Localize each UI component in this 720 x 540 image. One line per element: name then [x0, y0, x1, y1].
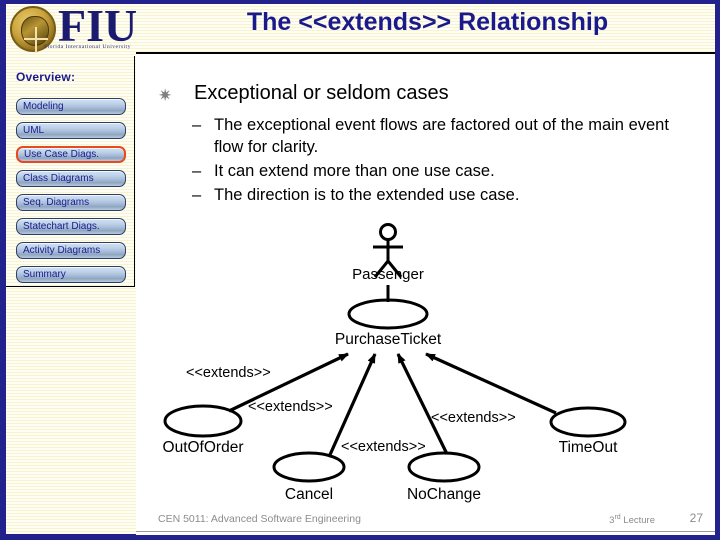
sidebar-item-seq-diagrams[interactable]: Seq. Diagrams — [16, 194, 126, 211]
dash-bullet-icon: – — [192, 162, 202, 180]
slide-footer: CEN 5011: Advanced Software Engineering … — [136, 509, 715, 535]
sidebar-heading: Overview: — [16, 70, 76, 84]
right-accent-strip — [715, 0, 720, 540]
sidebar-right-divider — [134, 56, 135, 287]
usecase-nochange: NoChange — [407, 451, 481, 503]
actor-passenger: Passenger — [352, 223, 424, 283]
footer-lecture: 3rd Lecture — [609, 514, 655, 526]
actor-label: Passenger — [352, 266, 424, 283]
sub-bullet-item: – It can extend more than one use case. — [192, 160, 692, 182]
sidebar-item-use-case-diags[interactable]: Use Case Diags. — [16, 146, 126, 163]
usecase-timeout-label: TimeOut — [559, 439, 619, 456]
usecase-nochange-label: NoChange — [407, 486, 481, 503]
sidebar-bottom-divider — [6, 286, 135, 287]
sub-bullet-list: – The exceptional event flows are factor… — [192, 114, 692, 208]
dash-bullet-icon: – — [192, 116, 202, 134]
sub-bullet-item: – The direction is to the extended use c… — [192, 184, 692, 206]
extends-arrow-timeout — [425, 352, 557, 415]
sidebar-item-summary[interactable]: Summary — [16, 266, 126, 283]
sub-bullet-text: The direction is to the extended use cas… — [214, 186, 520, 204]
title-area: The <<extends>> Relationship — [140, 4, 715, 52]
use-case-diagram: Passenger PurchaseTicket OutOfOrder Canc… — [136, 219, 715, 509]
bullet-level1-text: Exceptional or seldom cases — [194, 82, 449, 104]
fiu-seal-shield — [21, 16, 49, 53]
fiu-logo: FIU Florida International University — [6, 4, 136, 56]
fiu-seal-cross-horizontal — [24, 38, 48, 40]
footer-divider — [136, 531, 715, 532]
footer-course: CEN 5011: Advanced Software Engineering — [158, 513, 361, 525]
stereotype-label-outoforder: <<extends>> — [186, 365, 271, 381]
sidebar-item-uml[interactable]: UML — [16, 122, 126, 139]
usecase-purchaseticket-label: PurchaseTicket — [335, 331, 442, 348]
stereotype-label-cancel: <<extends>> — [248, 399, 333, 415]
dash-bullet-icon: – — [192, 186, 202, 204]
sub-bullet-text: The exceptional event flows are factored… — [214, 116, 669, 156]
footer-lecture-word: Lecture — [620, 515, 655, 527]
sidebar-item-statechart-diags[interactable]: Statechart Diags. — [16, 218, 126, 235]
stereotype-label-nochange: <<extends>> — [341, 439, 426, 455]
fiu-seal-cross-vertical — [35, 27, 37, 53]
stereotype-label-timeout: <<extends>> — [431, 410, 516, 426]
fiu-subtitle: Florida International University — [44, 44, 131, 50]
footer-page-number: 27 — [689, 511, 703, 525]
usecase-outoforder: OutOfOrder — [163, 404, 244, 456]
usecase-outoforder-label: OutOfOrder — [163, 439, 244, 456]
sidebar-item-activity-diagrams[interactable]: Activity Diagrams — [16, 242, 126, 259]
asterisk-bullet-icon: ✷ — [158, 86, 173, 105]
slide: FIU Florida International University The… — [0, 0, 720, 540]
usecase-timeout: TimeOut — [549, 406, 627, 456]
slide-content: ✷ Exceptional or seldom cases – The exce… — [136, 54, 715, 509]
sidebar: Overview: Modeling UML Use Case Diags. C… — [6, 56, 136, 540]
sub-bullet-item: – The exceptional event flows are factor… — [192, 114, 692, 158]
sidebar-item-class-diagrams[interactable]: Class Diagrams — [16, 170, 126, 187]
sub-bullet-text: It can extend more than one use case. — [214, 162, 495, 180]
usecase-cancel: Cancel — [272, 451, 346, 503]
usecase-purchaseticket: PurchaseTicket — [335, 298, 442, 348]
sidebar-item-modeling[interactable]: Modeling — [16, 98, 126, 115]
usecase-cancel-label: Cancel — [285, 486, 333, 503]
page-title: The <<extends>> Relationship — [246, 8, 609, 36]
